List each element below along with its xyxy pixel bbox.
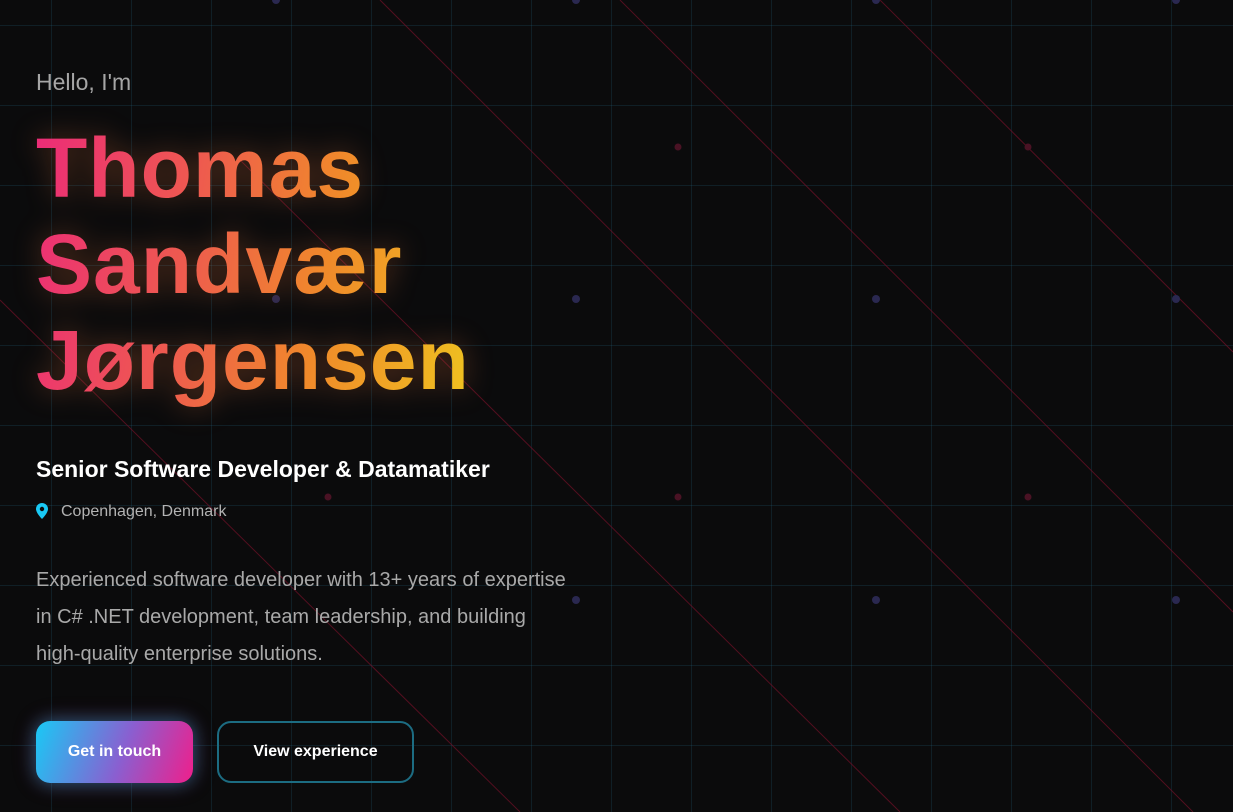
bio-text: Experienced software developer with 13+ …: [36, 569, 566, 665]
name-line-last: Jørgensen: [36, 313, 470, 407]
name-heading: Thomas Sandvær Jørgensen: [36, 120, 596, 408]
location: Copenhagen, Denmark: [36, 500, 596, 524]
role-title: Senior Software Developer & Datamatiker: [36, 456, 490, 482]
location-text: Copenhagen, Denmark: [61, 503, 227, 520]
map-pin-icon: [36, 503, 52, 521]
get-in-touch-button[interactable]: Get in touch: [36, 721, 193, 783]
hero-actions: Get in touch View experience: [36, 721, 596, 783]
greeting-text: Hello, I'm: [36, 69, 132, 95]
view-experience-button[interactable]: View experience: [217, 721, 414, 783]
name-line-middle: Sandvær: [36, 217, 403, 311]
hero-section: Hello, I'm Thomas Sandvær Jørgensen Seni…: [36, 66, 596, 783]
name-line-first: Thomas: [36, 121, 365, 215]
